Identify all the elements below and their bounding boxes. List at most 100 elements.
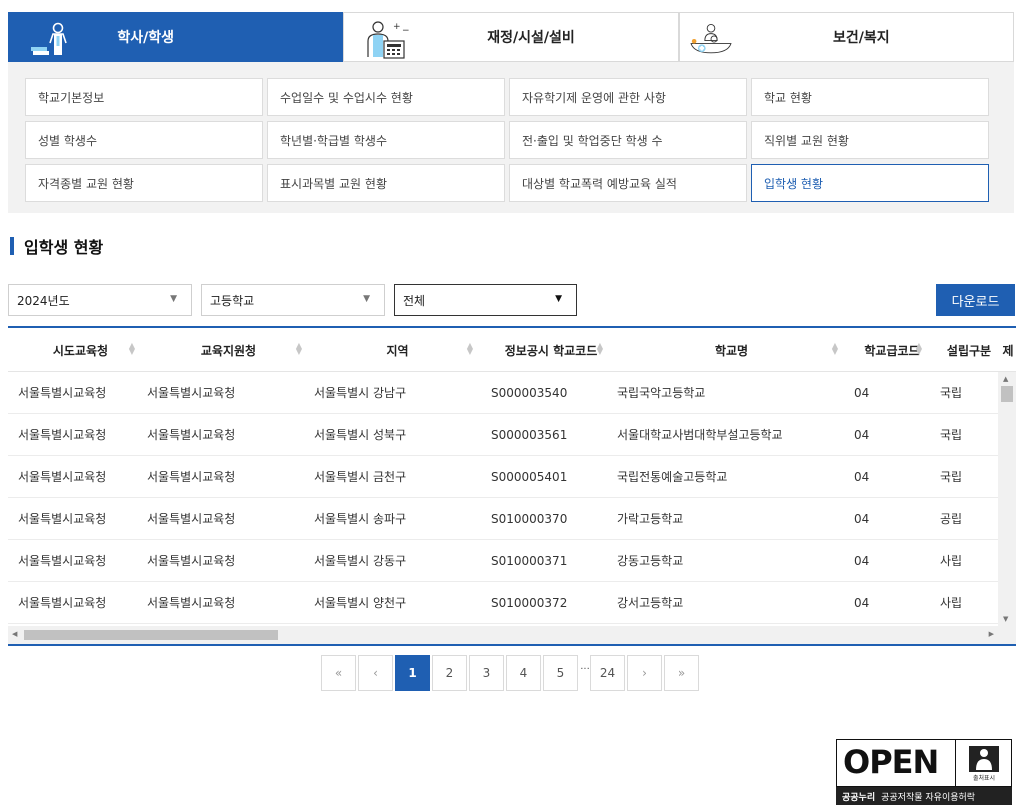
sort-icon[interactable]: ▲ ▼ <box>296 342 302 356</box>
column-header-label: 시도교육청 <box>52 343 109 358</box>
submenu-item[interactable]: 자유학기제 운영에 관한 사항 <box>509 78 747 116</box>
title-accent-bar <box>10 237 14 255</box>
scroll-down-icon[interactable]: ▼ <box>1003 615 1008 623</box>
table-cell: 사립 <box>940 596 963 610</box>
sort-icon[interactable]: ▲ ▼ <box>916 342 922 356</box>
table-cell: 공립 <box>940 512 963 526</box>
page-button-2[interactable]: 2 <box>432 655 467 691</box>
license-box: OPEN 출처표시 <box>836 739 1012 787</box>
category-tabs: 학사/학생 + − 재정/시설/설비 보건/복지 <box>8 12 1014 62</box>
submenu-item[interactable]: 입학생 현황 <box>751 164 989 202</box>
table-cell: 서울대학교사범대학부설고등학교 <box>617 428 783 442</box>
tab-label: 재정/시설/설비 <box>487 30 575 46</box>
table-cell: 04 <box>854 427 870 442</box>
school-type-select[interactable]: 고등학교 ▼ <box>201 284 385 316</box>
table-cell: 강서고등학교 <box>617 596 684 610</box>
table-row[interactable]: 서울특별시교육청 서울특별시교육청 서울특별시 송파구 S010000370 가락고등학… <box>8 498 998 540</box>
submenu-item[interactable]: 학년별·학급별 학생수 <box>267 121 505 159</box>
next-page-button[interactable]: › <box>627 655 662 691</box>
sort-icon[interactable]: ▲ ▼ <box>832 342 838 356</box>
column-header[interactable]: 학교명 ▲ ▼ <box>611 328 846 372</box>
table-row[interactable]: 서울특별시교육청 서울특별시교육청 서울특별시 성북구 S000003561 서울대학교… <box>8 414 998 456</box>
table-cell: S010000371 <box>491 553 568 568</box>
horizontal-scrollbar[interactable]: ◀ ▶ <box>8 626 1016 644</box>
column-header[interactable]: 학교급코드 ▲ ▼ <box>846 328 930 372</box>
table-cell: 04 <box>854 469 870 484</box>
last-page-button[interactable]: » <box>664 655 699 691</box>
table-row[interactable]: 서울특별시교육청 서울특별시교육청 서울특별시 양천구 S010000372 강서고등학… <box>8 582 998 624</box>
tab-academic-student[interactable]: 학사/학생 <box>8 12 344 62</box>
page-button-5[interactable]: 5 <box>543 655 578 691</box>
column-header[interactable]: 제 <box>998 328 1016 372</box>
prev-page-button[interactable]: ‹ <box>358 655 393 691</box>
first-page-button[interactable]: « <box>321 655 356 691</box>
column-header[interactable]: 정보공시 학교코드 ▲ ▼ <box>481 328 611 372</box>
page-title: 입학생 현황 <box>10 234 103 258</box>
table-cell: 국립 <box>940 428 963 442</box>
scroll-left-icon[interactable]: ◀ <box>12 630 17 638</box>
page-button-4[interactable]: 4 <box>506 655 541 691</box>
svg-text:−: − <box>402 26 410 36</box>
tab-health-welfare[interactable]: 보건/복지 <box>678 12 1014 62</box>
table-cell: 04 <box>854 511 870 526</box>
table-cell: 서울특별시 강남구 <box>314 386 407 400</box>
table-cell: S010000370 <box>491 511 568 526</box>
table-cell: 서울특별시교육청 <box>147 428 236 442</box>
table-row[interactable]: 서울특별시교육청 서울특별시교육청 서울특별시 금천구 S000005401 국립전통예… <box>8 456 998 498</box>
table-cell: 서울특별시교육청 <box>147 470 236 484</box>
table-cell: S010000372 <box>491 595 568 610</box>
column-header[interactable]: 시도교육청 ▲ ▼ <box>8 328 143 372</box>
table-cell: 서울특별시 송파구 <box>314 512 407 526</box>
submenu-item[interactable]: 직위별 교원 현황 <box>751 121 989 159</box>
attribution-icon: 출처표시 <box>963 744 1005 782</box>
submenu-item[interactable]: 표시과목별 교원 현황 <box>267 164 505 202</box>
column-header[interactable]: 설립구분 <box>930 328 998 372</box>
sort-icon[interactable]: ▲ ▼ <box>129 342 135 356</box>
horizontal-scroll-thumb[interactable] <box>24 630 278 640</box>
year-select-value: 2024년도 <box>17 293 70 308</box>
table-cell: 가락고등학교 <box>617 512 684 526</box>
table-row[interactable]: 서울특별시교육청 서울특별시교육청 서울특별시 강남구 S000003540 국립국악고… <box>8 372 998 414</box>
submenu-item[interactable]: 성별 학생수 <box>25 121 263 159</box>
table-cell: 서울특별시교육청 <box>147 554 236 568</box>
page-button-3[interactable]: 3 <box>469 655 504 691</box>
submenu-item[interactable]: 전·출입 및 학업중단 학생 수 <box>509 121 747 159</box>
table-cell: S000003561 <box>491 427 568 442</box>
submenu-item[interactable]: 학교 현황 <box>751 78 989 116</box>
vertical-scrollbar[interactable]: ▲ ▼ <box>998 372 1016 626</box>
table-cell: 서울특별시교육청 <box>18 386 107 400</box>
table-cell: 04 <box>854 595 870 610</box>
table-cell: 사립 <box>940 554 963 568</box>
column-header[interactable]: 지역 ▲ ▼ <box>310 328 481 372</box>
column-header-label: 교육지원청 <box>200 343 257 358</box>
table-cell: 국립 <box>940 470 963 484</box>
table-cell: 서울특별시 금천구 <box>314 470 407 484</box>
table-row[interactable]: 서울특별시교육청 서울특별시교육청 서울특별시 강동구 S010000371 강동고등학… <box>8 540 998 582</box>
column-header[interactable]: 교육지원청 ▲ ▼ <box>143 328 310 372</box>
year-select[interactable]: 2024년도 ▼ <box>8 284 192 316</box>
sort-icon[interactable]: ▲ ▼ <box>597 342 603 356</box>
column-header-label: 제 <box>1002 343 1014 358</box>
table-cell: 강동고등학교 <box>617 554 684 568</box>
submenu-item[interactable]: 자격종별 교원 현황 <box>25 164 263 202</box>
column-header-label: 정보공시 학교코드 <box>504 343 598 358</box>
scroll-up-icon[interactable]: ▲ <box>1003 375 1008 383</box>
download-button[interactable]: 다운로드 <box>936 284 1015 316</box>
pagination: « ‹ 1 2 3 4 5 ... 24 › » <box>321 655 701 691</box>
open-logo: OPEN <box>843 743 939 781</box>
submenu-item[interactable]: 대상별 학교폭력 예방교육 실적 <box>509 164 747 202</box>
page-button-last-number[interactable]: 24 <box>590 655 625 691</box>
sort-icon[interactable]: ▲ ▼ <box>467 342 473 356</box>
submenu-item[interactable]: 학교기본정보 <box>25 78 263 116</box>
chevron-down-icon: ▼ <box>363 294 370 304</box>
table-cell: 서울특별시교육청 <box>147 512 236 526</box>
column-header-label: 설립구분 <box>946 343 992 358</box>
vertical-scroll-thumb[interactable] <box>1001 386 1013 402</box>
page-button-1[interactable]: 1 <box>395 655 430 691</box>
scroll-right-icon[interactable]: ▶ <box>989 630 994 638</box>
submenu-item[interactable]: 수업일수 및 수업시수 현황 <box>267 78 505 116</box>
chevron-down-icon: ▼ <box>170 294 177 304</box>
tab-finance-facility[interactable]: + − 재정/시설/설비 <box>343 12 679 62</box>
calculator-person-icon: + − <box>367 21 410 59</box>
scope-select[interactable]: 전체 ▼ <box>394 284 577 316</box>
